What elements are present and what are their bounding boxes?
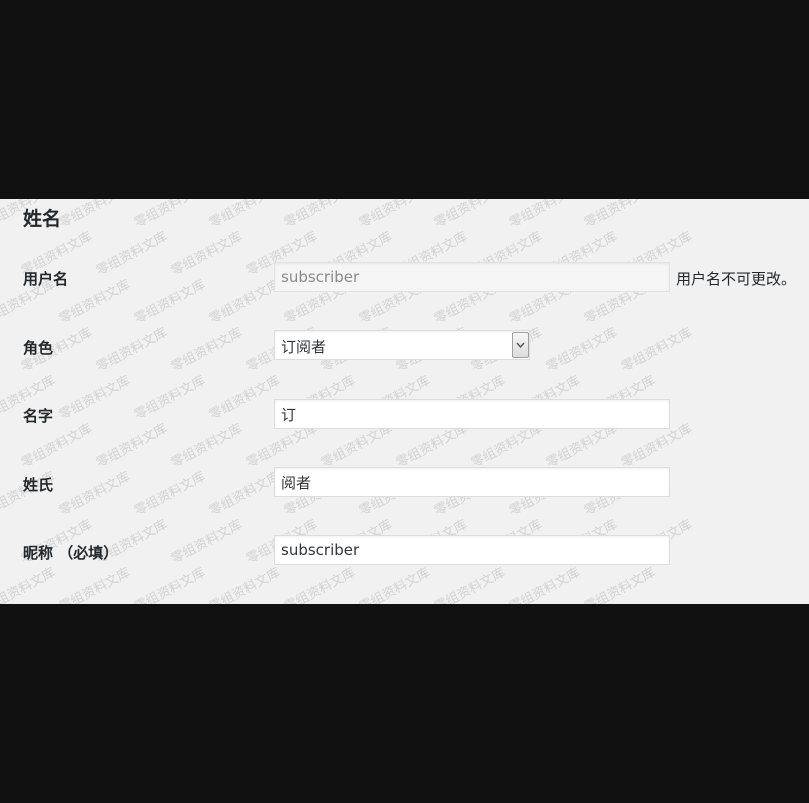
watermark-text: 零组资料文库: [356, 565, 433, 604]
watermark-text: 零组资料文库: [206, 199, 283, 232]
role-dropdown-button[interactable]: [512, 332, 529, 358]
watermark-text: 零组资料文库: [93, 229, 170, 280]
letterbox-top: [0, 0, 809, 199]
first-name-input[interactable]: [274, 399, 670, 429]
watermark-text: 零组资料文库: [131, 565, 208, 604]
nickname-input[interactable]: [274, 535, 670, 565]
watermark-text: 零组资料文库: [281, 199, 358, 232]
watermark-text: 零组资料文库: [93, 325, 170, 376]
chevron-down-icon: [516, 342, 525, 348]
watermark-text: 零组资料文库: [168, 229, 245, 280]
watermark-text: 零组资料文库: [56, 565, 133, 604]
watermark-text: 零组资料文库: [56, 199, 133, 232]
watermark-text: 零组资料文库: [131, 199, 208, 232]
watermark-text: 零组资料文库: [206, 277, 283, 328]
letterbox-bottom: [0, 604, 809, 803]
watermark-text: 零组资料文库: [93, 421, 170, 472]
profile-name-panel: 零组资料文库 零组资料文库 零组资料文库 零组资料文库 零组资料文库 零组资料文库 零组资料…: [0, 199, 809, 604]
watermark-text: 零组资料文库: [131, 277, 208, 328]
role-selected-value: 订阅者: [281, 338, 327, 356]
watermark-text: 零组资料文库: [131, 373, 208, 424]
role-label: 角色: [23, 339, 54, 357]
watermark-text: 零组资料文库: [431, 199, 508, 232]
watermark-text: 零组资料文库: [581, 199, 658, 232]
watermark-text: 零组资料文库: [0, 565, 58, 604]
watermark-text: 零组资料文库: [56, 469, 133, 520]
watermark-text: 零组资料文库: [356, 199, 433, 232]
watermark-text: 零组资料文库: [168, 517, 245, 568]
nickname-label: 昵称 （必填）: [23, 544, 119, 562]
watermark-text: 零组资料文库: [581, 565, 658, 604]
first-name-label: 名字: [23, 407, 54, 425]
role-select[interactable]: 订阅者: [274, 330, 530, 360]
watermark-text: 零组资料文库: [281, 565, 358, 604]
watermark-text: 零组资料文库: [206, 373, 283, 424]
watermark-text: 零组资料文库: [168, 325, 245, 376]
watermark-text: 零组资料文库: [206, 565, 283, 604]
last-name-label: 姓氏: [23, 476, 54, 494]
watermark-text: 零组资料文库: [618, 325, 695, 376]
watermark-text: 零组资料文库: [206, 469, 283, 520]
username-input: [274, 262, 670, 292]
watermark-text: 零组资料文库: [431, 565, 508, 604]
username-label: 用户名: [23, 270, 69, 288]
watermark-text: 零组资料文库: [131, 469, 208, 520]
watermark-text: 零组资料文库: [506, 565, 583, 604]
last-name-input[interactable]: [274, 467, 670, 497]
watermark-text: 零组资料文库: [543, 325, 620, 376]
section-title: 姓名: [23, 208, 62, 230]
watermark-text: 零组资料文库: [506, 199, 583, 232]
watermark-text: 零组资料文库: [168, 421, 245, 472]
watermark-text: 零组资料文库: [56, 373, 133, 424]
username-hint: 用户名不可更改。: [676, 270, 797, 288]
